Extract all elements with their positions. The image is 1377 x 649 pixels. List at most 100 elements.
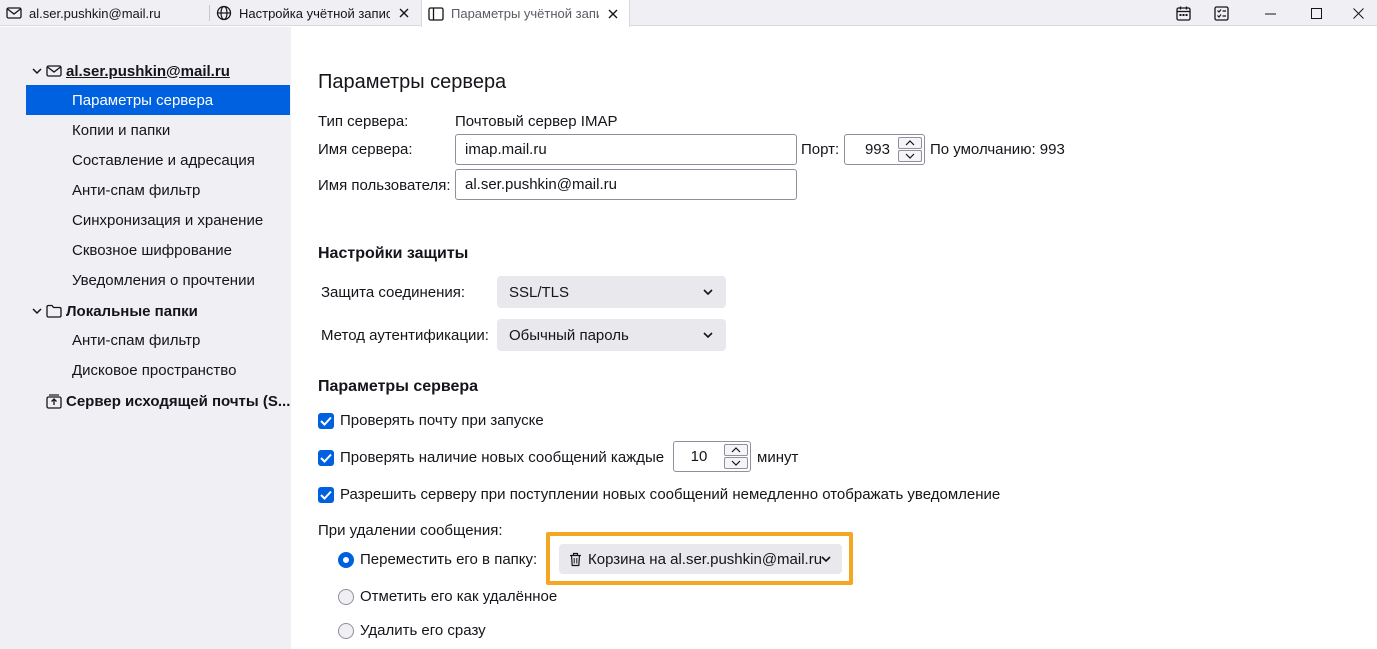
sidebar-item-label: Анти-спам фильтр	[72, 331, 201, 349]
sidebar-item-composition[interactable]: Составление и адресация	[26, 145, 290, 175]
sidebar-account[interactable]: al.ser.pushkin@mail.ru	[32, 61, 230, 81]
local-folders-name: Локальные папки	[66, 302, 198, 320]
chevron-up-icon[interactable]	[898, 137, 922, 149]
sidebar-local-folders[interactable]: Локальные папки	[32, 301, 198, 321]
close-window-icon[interactable]	[1339, 0, 1377, 26]
sidebar-item-label: Копии и папки	[72, 121, 171, 139]
outgoing-server-icon	[46, 393, 64, 409]
sidebar-item-label: Анти-спам фильтр	[72, 181, 201, 199]
chevron-down-icon[interactable]	[724, 457, 748, 469]
mark-deleted-radio[interactable]	[338, 589, 354, 605]
chevron-down-icon	[703, 332, 713, 339]
globe-icon	[216, 5, 232, 21]
username-value: al.ser.pushkin@mail.ru	[465, 176, 617, 193]
mark-deleted-label[interactable]: Отметить его как удалённое	[360, 588, 557, 605]
server-name-field[interactable]: imap.mail.ru	[455, 134, 797, 165]
server-type-value: Почтовый сервер IMAP	[455, 113, 618, 130]
check-every-checkbox[interactable]	[318, 450, 334, 466]
chevron-up-icon[interactable]	[724, 444, 748, 456]
interval-stepper-buttons	[724, 442, 750, 471]
chevron-down-icon[interactable]	[898, 150, 922, 162]
sidebar-item-copies-folders[interactable]: Копии и папки	[26, 115, 290, 145]
port-label: Порт:	[801, 141, 840, 158]
sidebar-item-label: Дисковое пространство	[72, 361, 237, 379]
tab-bar: al.ser.pushkin@mail.ru Настройка учётной…	[0, 0, 1377, 27]
tab-label: Настройка учётной записи	[239, 5, 390, 21]
sidebar-item-label: Уведомления о прочтении	[72, 271, 255, 289]
account-name: al.ser.pushkin@mail.ru	[66, 62, 230, 80]
sidebar-item-label: Сквозное шифрование	[72, 241, 232, 259]
server-settings-heading: Параметры сервера	[318, 378, 479, 395]
auth-method-value: Обычный пароль	[509, 326, 629, 344]
port-stepper-buttons	[898, 135, 924, 164]
check-interval-stepper[interactable]: 10	[673, 441, 751, 472]
sidebar-item-local-junk[interactable]: Анти-спам фильтр	[26, 325, 290, 355]
security-heading: Настройки защиты	[318, 245, 469, 262]
check-interval-value: 10	[690, 448, 708, 465]
allow-push-checkbox[interactable]	[318, 487, 334, 503]
tab-label: al.ser.pushkin@mail.ru	[29, 5, 161, 21]
mail-icon	[46, 63, 64, 79]
minutes-label: минут	[757, 449, 799, 466]
sidebar-item-disk-space[interactable]: Дисковое пространство	[26, 355, 290, 385]
sidebar-item-sync-storage[interactable]: Синхронизация и хранение	[26, 205, 290, 235]
account-sidebar: al.ser.pushkin@mail.ru Параметры сервера…	[0, 27, 291, 649]
sidebar-outgoing-server[interactable]: Сервер исходящей почты (S...	[46, 391, 290, 411]
close-icon[interactable]	[605, 6, 621, 22]
check-on-startup-label[interactable]: Проверять почту при запуске	[340, 412, 544, 429]
outgoing-server-name: Сервер исходящей почты (S...	[66, 392, 291, 410]
port-default: По умолчанию: 993	[930, 141, 1065, 158]
page-title: Параметры сервера	[318, 71, 507, 93]
checkmark-icon	[320, 490, 332, 500]
port-value: 993	[864, 141, 890, 158]
tab-mail[interactable]: al.ser.pushkin@mail.ru	[0, 0, 207, 26]
mail-icon	[6, 5, 22, 21]
trash-folder-select[interactable]: Корзина на al.ser.pushkin@mail.ru	[559, 544, 842, 574]
chevron-down-icon[interactable]	[32, 65, 44, 77]
move-to-folder-radio[interactable]	[338, 552, 354, 568]
trash-folder-value: Корзина на al.ser.pushkin@mail.ru	[588, 550, 823, 568]
minimize-icon[interactable]	[1247, 0, 1293, 26]
chevron-down-icon[interactable]	[32, 305, 44, 317]
calendar-icon[interactable]	[1163, 0, 1203, 26]
conn-security-label: Защита соединения:	[321, 284, 466, 301]
chevron-down-icon	[703, 289, 713, 296]
settings-tab-icon	[428, 6, 444, 22]
tab-account-settings[interactable]: Параметры учётной записи	[421, 0, 630, 27]
checkmark-icon	[320, 416, 332, 426]
delete-immediately-radio[interactable]	[338, 623, 354, 639]
auth-method-label: Метод аутентификации:	[321, 327, 489, 344]
port-stepper[interactable]: 993	[844, 134, 925, 165]
server-name-label: Имя сервера:	[318, 141, 413, 158]
tasks-icon[interactable]	[1203, 0, 1239, 26]
conn-security-value: SSL/TLS	[509, 283, 570, 301]
sidebar-item-receipts[interactable]: Уведомления о прочтении	[26, 265, 290, 295]
server-type-label: Тип сервера:	[318, 113, 409, 130]
sidebar-item-label: Синхронизация и хранение	[72, 211, 264, 229]
sidebar-item-junk[interactable]: Анти-спам фильтр	[26, 175, 290, 205]
close-icon[interactable]	[396, 5, 412, 21]
check-on-startup-checkbox[interactable]	[318, 413, 334, 429]
move-to-folder-label[interactable]: Переместить его в папку:	[360, 551, 537, 568]
username-label: Имя пользователя:	[318, 177, 451, 194]
tab-label: Параметры учётной записи	[451, 6, 599, 21]
server-name-value: imap.mail.ru	[465, 141, 547, 158]
maximize-icon[interactable]	[1293, 0, 1339, 26]
delete-immediately-label[interactable]: Удалить его сразу	[360, 622, 486, 639]
check-every-label[interactable]: Проверять наличие новых сообщений каждые	[340, 449, 664, 466]
auth-method-select[interactable]: Обычный пароль	[497, 319, 726, 351]
on-delete-label: При удалении сообщения:	[318, 522, 503, 539]
settings-pane: Параметры сервера Тип сервера: Почтовый …	[291, 27, 1377, 649]
username-field[interactable]: al.ser.pushkin@mail.ru	[455, 169, 797, 200]
sidebar-item-server-settings[interactable]: Параметры сервера	[26, 85, 290, 115]
sidebar-item-e2e-encryption[interactable]: Сквозное шифрование	[26, 235, 290, 265]
trash-icon	[569, 551, 583, 567]
folder-icon	[46, 303, 64, 319]
conn-security-select[interactable]: SSL/TLS	[497, 276, 726, 308]
tab-account-setup[interactable]: Настройка учётной записи	[210, 0, 420, 26]
sidebar-item-label: Составление и адресация	[72, 151, 255, 169]
allow-push-label[interactable]: Разрешить серверу при поступлении новых …	[340, 486, 1000, 503]
checkmark-icon	[320, 453, 332, 463]
sidebar-item-label: Параметры сервера	[72, 91, 214, 109]
chevron-down-icon	[821, 556, 831, 563]
